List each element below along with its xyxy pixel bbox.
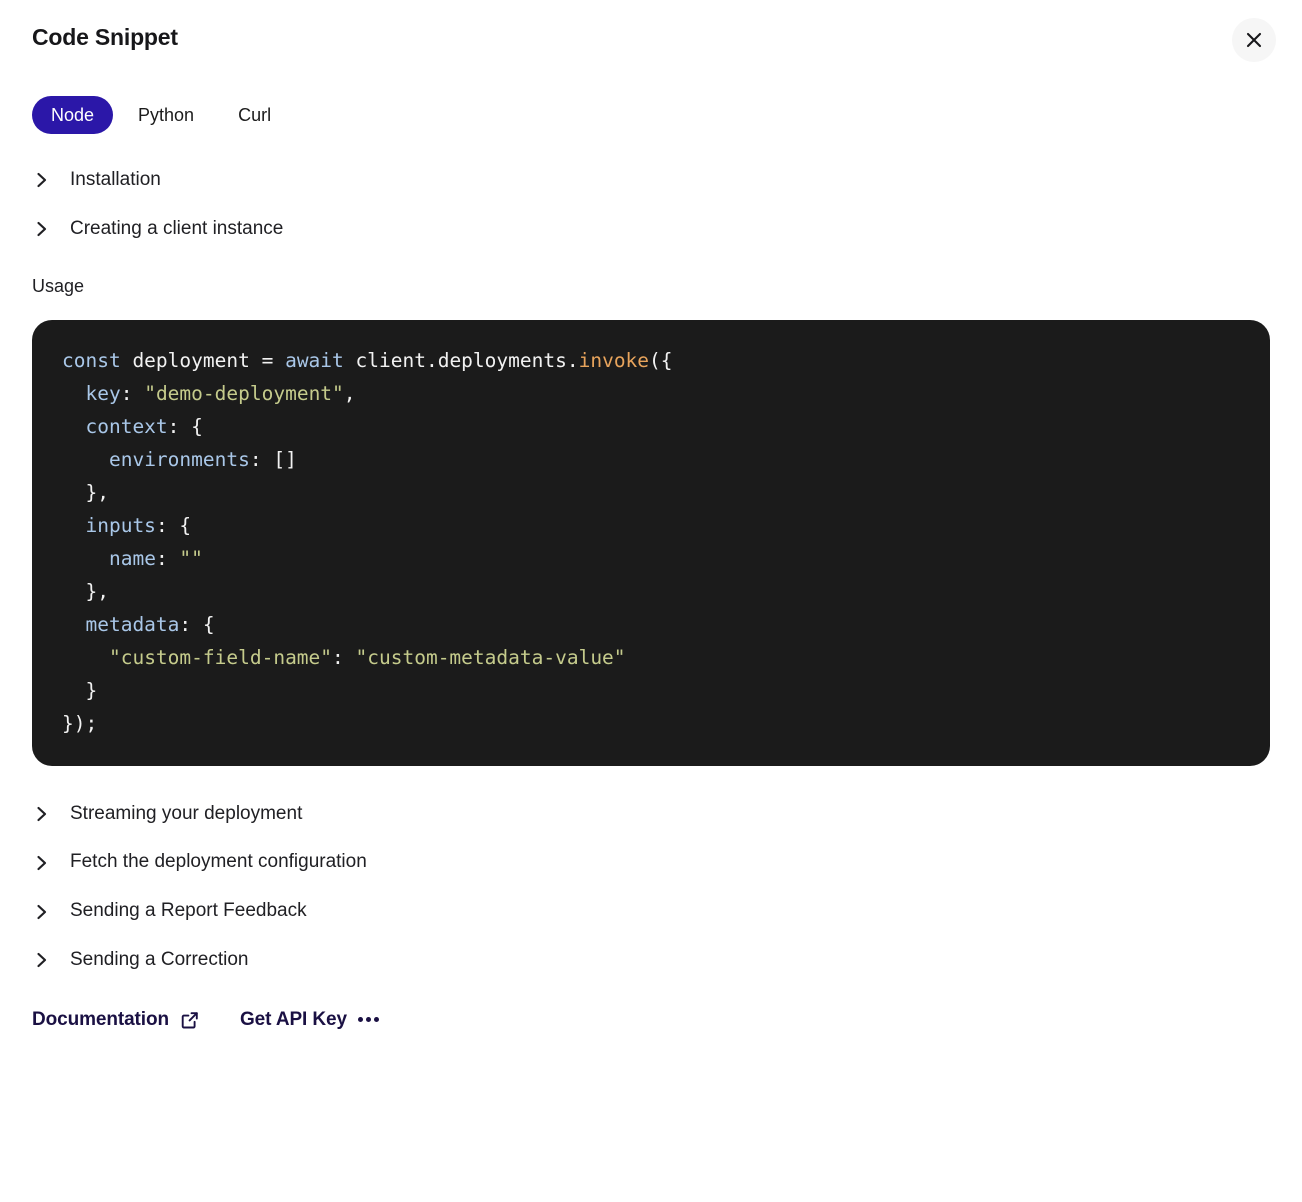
chevron-right-icon [32, 902, 52, 922]
language-tabs: Node Python Curl [32, 96, 1270, 134]
tab-python[interactable]: Python [119, 96, 213, 134]
code-token: "" [179, 546, 203, 570]
code-token: : [] [249, 447, 297, 471]
code-snippet-panel: Code Snippet Node Python Curl Installati… [0, 0, 1302, 1202]
section-creating-a-client-instance[interactable]: Creating a client instance [32, 205, 1270, 254]
code-token: ({ [649, 348, 673, 372]
section-label: Creating a client instance [70, 217, 284, 239]
code-content: const deployment = await client.deployme… [62, 344, 1240, 740]
code-token: }, [62, 579, 109, 603]
get-api-key-label: Get API Key [239, 1008, 347, 1030]
chevron-right-icon [32, 804, 52, 824]
code-token: inputs [85, 513, 156, 537]
documentation-label: Documentation [32, 1008, 169, 1030]
chevron-right-icon [32, 170, 52, 190]
external-link-icon [180, 1010, 200, 1030]
get-api-key-link[interactable]: Get API Key [240, 1009, 379, 1031]
section-sending-a-report-feedback[interactable]: Sending a Report Feedback [32, 887, 1270, 936]
code-token: : { [167, 414, 203, 438]
tab-node[interactable]: Node [32, 96, 114, 134]
code-token: metadata [85, 612, 180, 636]
code-token: "demo-deployment" [144, 381, 344, 405]
code-token: }); [62, 711, 98, 735]
code-token: , [343, 381, 356, 405]
code-token: const [62, 348, 121, 372]
code-token: "custom-metadata-value" [355, 645, 626, 669]
code-token: : { [155, 513, 192, 537]
code-token: client.deployments. [343, 348, 579, 372]
code-token: = [261, 348, 286, 372]
close-button[interactable] [1232, 18, 1276, 62]
code-token: await [285, 348, 344, 372]
close-icon [1244, 30, 1264, 50]
code-token: "custom-field-name" [108, 645, 333, 669]
chevron-right-icon [32, 950, 52, 970]
code-token: } [62, 678, 98, 702]
section-label: Fetch the deployment configuration [70, 851, 367, 873]
bottom-sections: Streaming your deployment Fetch the depl… [32, 790, 1270, 985]
code-token: invoke [578, 348, 650, 372]
section-label: Sending a Report Feedback [70, 900, 307, 922]
code-token: name [108, 546, 156, 570]
code-token: : { [179, 612, 215, 636]
tab-curl[interactable]: Curl [219, 96, 290, 134]
section-label: Installation [70, 169, 161, 190]
section-label: Streaming your deployment [70, 802, 303, 824]
code-token: : [120, 381, 145, 405]
code-token: : [155, 546, 180, 570]
code-token: environments [108, 447, 250, 471]
top-sections: Installation Creating a client instance [32, 156, 1270, 254]
section-installation[interactable]: Installation [32, 156, 1270, 205]
page-title: Code Snippet [32, 24, 178, 50]
chevron-right-icon [32, 853, 52, 873]
panel-footer: Documentation Get API Key [32, 1009, 1270, 1031]
ellipsis-icon [357, 1017, 379, 1023]
code-token: }, [62, 480, 109, 504]
code-token: key [85, 381, 121, 405]
code-block[interactable]: const deployment = await client.deployme… [32, 319, 1270, 766]
documentation-link[interactable]: Documentation [32, 1009, 200, 1031]
section-sending-a-correction[interactable]: Sending a Correction [32, 936, 1270, 985]
code-token: : [332, 645, 356, 669]
code-token: deployment [120, 348, 262, 372]
section-streaming-your-deployment[interactable]: Streaming your deployment [32, 790, 1270, 839]
usage-label: Usage [32, 275, 85, 296]
chevron-right-icon [32, 219, 52, 239]
section-fetch-the-deployment-configuration[interactable]: Fetch the deployment configuration [32, 838, 1270, 887]
section-label: Sending a Correction [70, 948, 249, 970]
code-token: context [85, 414, 168, 438]
panel-header: Code Snippet [32, 0, 1276, 62]
